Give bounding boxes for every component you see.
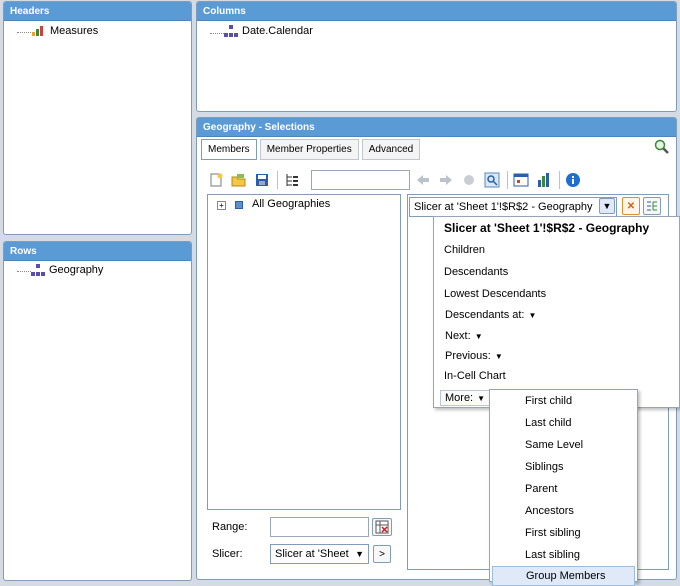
selection-item-value: Slicer at 'Sheet 1'!$R$2 - Geography bbox=[414, 201, 593, 213]
all-geographies-label[interactable]: All Geographies bbox=[252, 198, 330, 210]
chevron-down-icon: ▼ bbox=[602, 201, 612, 211]
tab-advanced[interactable]: Advanced bbox=[361, 139, 421, 160]
selections-panel-title: Geography - Selections bbox=[197, 118, 676, 137]
hierarchy-icon bbox=[31, 264, 45, 276]
tree-connector bbox=[210, 33, 224, 34]
menu-header: Slicer at 'Sheet 1'!$R$2 - Geography bbox=[444, 221, 650, 235]
delete-selection-button[interactable]: ✕ bbox=[622, 197, 640, 215]
slicer-go-button[interactable]: > bbox=[373, 545, 391, 563]
range-picker-button[interactable] bbox=[372, 518, 392, 536]
menu-item-lowest-descendants[interactable]: Lowest Descendants bbox=[434, 283, 679, 305]
selection-item-combo[interactable]: Slicer at 'Sheet 1'!$R$2 - Geography bbox=[409, 197, 617, 217]
caret-down-icon: ▼ bbox=[474, 332, 483, 341]
submenu-item-parent[interactable]: Parent bbox=[515, 478, 637, 500]
swap-icon[interactable] bbox=[461, 172, 477, 188]
range-label: Range: bbox=[212, 521, 248, 533]
tab-member-properties[interactable]: Member Properties bbox=[259, 139, 359, 160]
find-icon[interactable] bbox=[484, 172, 500, 188]
more-submenu: First child Last child Same Level Siblin… bbox=[489, 389, 638, 586]
move-left-icon[interactable] bbox=[415, 172, 431, 188]
tree-connector bbox=[17, 271, 31, 272]
previous-label: Previous: bbox=[445, 350, 491, 362]
slicer-label: Slicer: bbox=[212, 548, 243, 560]
info-icon[interactable] bbox=[565, 172, 581, 188]
submenu-item-ancestors[interactable]: Ancestors bbox=[515, 500, 637, 522]
new-icon[interactable] bbox=[208, 172, 224, 188]
descendants-at-label: Descendants at: bbox=[445, 309, 525, 321]
measures-node[interactable]: Measures bbox=[32, 25, 98, 37]
more-label: More: bbox=[445, 392, 474, 404]
headers-panel: Headers Measures bbox=[3, 1, 192, 235]
tree-view-icon[interactable] bbox=[284, 172, 300, 188]
date-calendar-label: Date.Calendar bbox=[242, 25, 313, 37]
menu-item-previous[interactable]: Previous: ▼ bbox=[434, 345, 679, 367]
caret-down-icon: ▼ bbox=[494, 352, 503, 361]
submenu-item-siblings[interactable]: Siblings bbox=[515, 456, 637, 478]
slicer-select[interactable]: Slicer at 'Sheet ▼ bbox=[270, 544, 369, 564]
toolbar-separator bbox=[559, 171, 560, 189]
member-search-input[interactable] bbox=[311, 170, 410, 190]
menu-item-children[interactable]: Children bbox=[434, 239, 679, 261]
toolbar-separator bbox=[277, 171, 278, 189]
next-label: Next: bbox=[445, 330, 471, 342]
close-icon: ✕ bbox=[626, 200, 636, 212]
caret-down-icon: ▼ bbox=[477, 394, 486, 403]
submenu-item-same-level[interactable]: Same Level bbox=[515, 434, 637, 456]
calendar-icon[interactable] bbox=[513, 172, 529, 188]
selection-tabs: Members Member Properties Advanced bbox=[201, 139, 421, 160]
menu-item-next[interactable]: Next: ▼ bbox=[434, 325, 679, 347]
list-options-icon bbox=[647, 201, 657, 211]
group-members-label: Group Members bbox=[526, 570, 606, 582]
submenu-item-last-child[interactable]: Last child bbox=[515, 412, 637, 434]
submenu-item-first-child[interactable]: First child bbox=[515, 390, 637, 412]
member-tree: + All Geographies bbox=[207, 194, 401, 510]
tab-members[interactable]: Members bbox=[201, 139, 257, 160]
menu-item-descendants[interactable]: Descendants bbox=[434, 261, 679, 283]
tree-connector bbox=[17, 32, 31, 33]
menu-item-descendants-at[interactable]: Descendants at: ▼ bbox=[434, 304, 679, 326]
sort-chart-icon[interactable] bbox=[536, 172, 552, 188]
caret-down-icon: ▼ bbox=[528, 311, 537, 320]
open-icon[interactable] bbox=[231, 172, 247, 188]
geography-node[interactable]: Geography bbox=[31, 264, 103, 276]
slicer-select-value: Slicer at 'Sheet bbox=[275, 548, 349, 560]
submenu-item-last-sibling[interactable]: Last sibling bbox=[515, 544, 637, 566]
chevron-down-icon: ▼ bbox=[355, 549, 364, 559]
range-input[interactable] bbox=[270, 517, 369, 537]
selection-options-button[interactable] bbox=[643, 197, 661, 215]
rows-panel: Rows Geography bbox=[3, 241, 192, 581]
submenu-item-group-members[interactable]: Group Members bbox=[492, 566, 635, 586]
rows-panel-title: Rows bbox=[4, 242, 191, 261]
measures-label: Measures bbox=[50, 25, 99, 37]
menu-item-in-cell-chart[interactable]: In-Cell Chart bbox=[434, 365, 679, 387]
toolbar-separator bbox=[507, 171, 508, 189]
date-calendar-node[interactable]: Date.Calendar bbox=[224, 25, 313, 37]
move-right-icon[interactable] bbox=[438, 172, 454, 188]
headers-panel-title: Headers bbox=[4, 2, 191, 21]
selection-dropdown-button[interactable]: ▼ bbox=[599, 198, 615, 214]
selection-context-menu: Slicer at 'Sheet 1'!$R$2 - Geography Chi… bbox=[433, 216, 680, 408]
columns-panel: Columns Date.Calendar bbox=[196, 1, 677, 112]
bar-chart-icon bbox=[32, 26, 46, 36]
geography-label: Geography bbox=[49, 264, 104, 276]
expand-toggle[interactable]: + bbox=[217, 201, 226, 210]
columns-panel-title: Columns bbox=[197, 2, 676, 21]
zoom-search-icon[interactable] bbox=[654, 139, 670, 155]
square-node-icon bbox=[235, 201, 243, 209]
range-picker-icon bbox=[375, 520, 389, 534]
hierarchy-icon bbox=[224, 25, 238, 37]
save-icon[interactable] bbox=[254, 172, 270, 188]
submenu-item-first-sibling[interactable]: First sibling bbox=[515, 522, 637, 544]
